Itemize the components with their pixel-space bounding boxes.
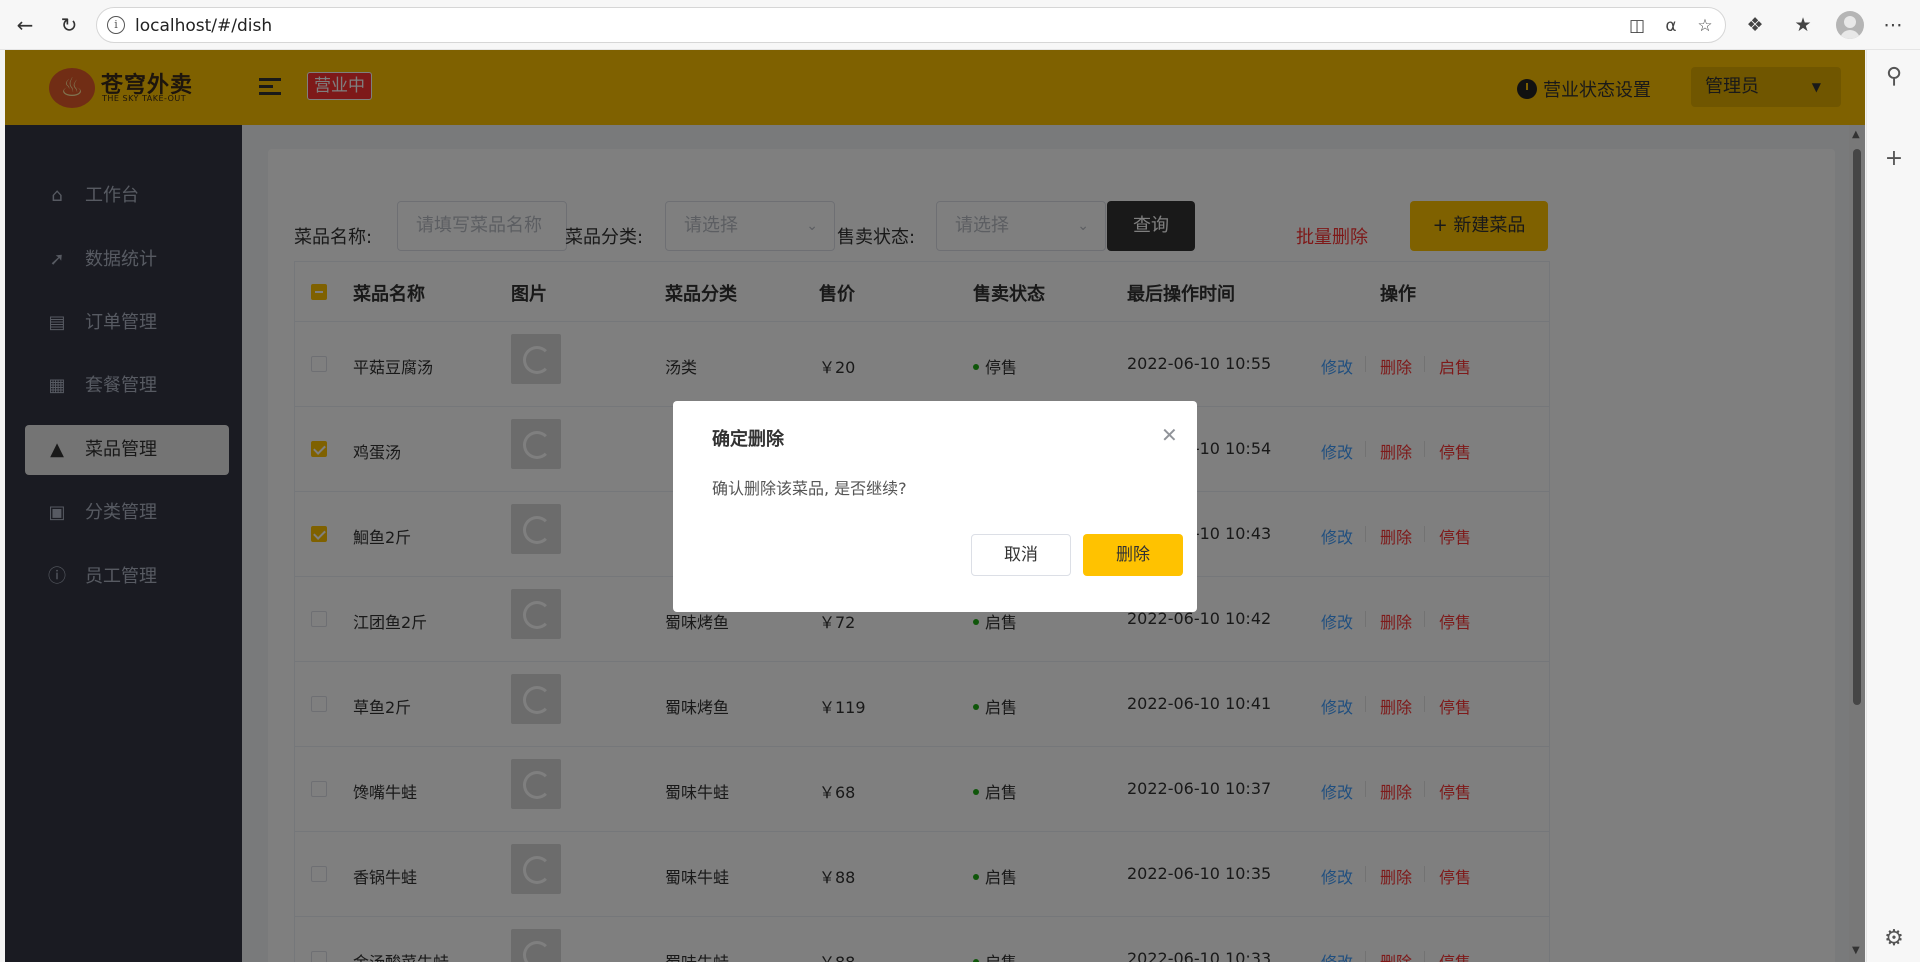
app-grid-icon[interactable]: ◫ <box>1627 16 1647 36</box>
close-icon[interactable]: ✕ <box>1161 423 1178 447</box>
more-menu-icon[interactable]: ⋯ <box>1880 12 1906 38</box>
translate-icon[interactable]: α <box>1661 16 1681 36</box>
cancel-button[interactable]: 取消 <box>971 534 1071 576</box>
delete-confirm-dialog: 确定删除 ✕ 确认删除该菜品, 是否继续? 取消 删除 <box>673 401 1197 612</box>
search-icon[interactable]: ⚲ <box>1881 64 1907 90</box>
dialog-title: 确定删除 <box>712 429 784 450</box>
url-text: localhost/#/dish <box>135 16 273 36</box>
favorite-star-icon[interactable]: ☆ <box>1695 16 1715 36</box>
confirm-delete-button[interactable]: 删除 <box>1083 534 1183 576</box>
favorites-icon[interactable]: ★ <box>1790 12 1816 38</box>
address-bar[interactable]: i localhost/#/dish ◫ α ☆ <box>96 7 1726 43</box>
dialog-message: 确认删除该菜品, 是否继续? <box>712 479 907 498</box>
settings-gear-icon[interactable]: ⚙ <box>1881 926 1907 952</box>
back-arrow-icon[interactable]: ← <box>12 12 38 38</box>
site-info-icon[interactable]: i <box>107 16 125 34</box>
browser-toolbar: ← ↻ i localhost/#/dish ◫ α ☆ ❖ ★ ⋯ <box>0 0 1920 50</box>
browser-side-panel: ⚲ + ⚙ <box>1866 50 1920 962</box>
app-window: ♨ 苍穹外卖 THE SKY TAKE-OUT 营业中 营业状态设置 管理员 ▼… <box>5 50 1865 962</box>
profile-avatar[interactable] <box>1836 11 1864 39</box>
refresh-icon[interactable]: ↻ <box>56 12 82 38</box>
plus-icon[interactable]: + <box>1881 146 1907 172</box>
extensions-icon[interactable]: ❖ <box>1742 12 1768 38</box>
